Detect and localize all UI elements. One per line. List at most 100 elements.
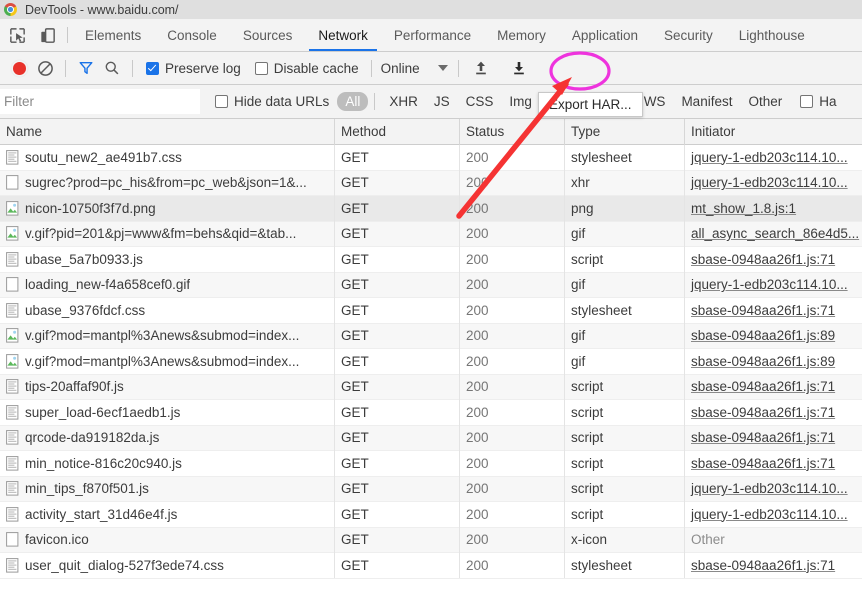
filter-pill-manifest[interactable]: Manifest: [673, 92, 740, 111]
table-row[interactable]: sugrec?prod=pc_his&from=pc_web&json=1&..…: [0, 170, 862, 196]
hide-data-urls-checkbox[interactable]: Hide data URLs: [215, 94, 329, 109]
table-row[interactable]: qrcode-da919182da.js GET 200 script sbase-09…: [0, 425, 862, 451]
image-file-icon: [6, 353, 19, 369]
initiator-link[interactable]: jquery-1-edb203c114.10...: [691, 277, 848, 292]
table-row[interactable]: soutu_new2_ae491b7.css GET 200 stylesheet jq…: [0, 144, 862, 171]
cell-initiator: sbase-0948aa26f1.js:71: [685, 553, 862, 579]
cell-initiator: sbase-0948aa26f1.js:71: [685, 247, 862, 273]
cell-type: xhr: [565, 170, 685, 196]
table-row[interactable]: min_notice-816c20c940.js GET 200 script sbas…: [0, 450, 862, 477]
device-toolbar-icon[interactable]: [38, 26, 57, 45]
export-har-tooltip: Export HAR...: [538, 92, 643, 117]
table-row[interactable]: tips-20affaf90f.js GET 200 script sbase-0948…: [0, 374, 862, 400]
table-row[interactable]: v.gif?pid=201&pj=www&fm=behs&qid=&tab...…: [0, 221, 862, 247]
cell-method: GET: [335, 399, 460, 425]
initiator-link[interactable]: jquery-1-edb203c114.10...: [691, 481, 848, 496]
tab-network[interactable]: Network: [305, 19, 381, 51]
initiator-link[interactable]: sbase-0948aa26f1.js:71: [691, 405, 835, 420]
initiator-link[interactable]: sbase-0948aa26f1.js:71: [691, 430, 835, 445]
cell-type: gif: [565, 272, 685, 298]
script-file-icon: [6, 455, 19, 471]
tab-lighthouse[interactable]: Lighthouse: [726, 19, 818, 51]
request-name: user_quit_dialog-527f3ede74.css: [25, 557, 224, 573]
cell-type: stylesheet: [565, 297, 685, 323]
cell-name: sugrec?prod=pc_his&from=pc_web&json=1&..…: [0, 170, 335, 196]
preserve-log-checkbox[interactable]: Preserve log: [146, 61, 241, 76]
table-row[interactable]: super_load-6ecf1aedb1.js GET 200 script sbas…: [0, 399, 862, 426]
disable-cache-checkbox[interactable]: Disable cache: [254, 61, 359, 76]
cell-status: 200: [460, 501, 565, 527]
tab-label: Memory: [497, 27, 546, 43]
initiator-link[interactable]: sbase-0948aa26f1.js:89: [691, 328, 835, 343]
tab-memory[interactable]: Memory: [484, 19, 559, 51]
tab-sources[interactable]: Sources: [230, 19, 306, 51]
filter-pill-js[interactable]: JS: [426, 92, 458, 111]
table-row[interactable]: loading_new-f4a658cef0.gif GET 200 gif jquer…: [0, 272, 862, 298]
filter-pill-img[interactable]: Img: [501, 92, 540, 111]
initiator-link[interactable]: sbase-0948aa26f1.js:71: [691, 252, 835, 267]
tab-elements[interactable]: Elements: [72, 19, 154, 51]
cell-type: stylesheet: [565, 144, 685, 170]
clear-network-log-icon[interactable]: [32, 55, 58, 81]
cell-status: 200: [460, 552, 565, 578]
initiator-link[interactable]: sbase-0948aa26f1.js:71: [691, 379, 835, 394]
initiator-link[interactable]: jquery-1-edb203c114.10...: [691, 150, 848, 165]
cell-name: loading_new-f4a658cef0.gif: [0, 272, 335, 298]
column-header-type[interactable]: Type: [565, 118, 685, 145]
table-row[interactable]: nicon-10750f3f7d.png GET 200 png mt_show_1.8…: [0, 195, 862, 222]
throttling-dropdown[interactable]: Online: [379, 61, 450, 76]
inspect-element-icon[interactable]: [8, 26, 27, 45]
initiator-link[interactable]: jquery-1-edb203c114.10...: [691, 507, 848, 522]
import-har-upload-icon[interactable]: [468, 55, 494, 81]
column-header-initiator[interactable]: Initiator: [685, 119, 862, 145]
filter-pill-xhr[interactable]: XHR: [381, 92, 426, 111]
cell-initiator: sbase-0948aa26f1.js:71: [685, 298, 862, 324]
initiator-link[interactable]: sbase-0948aa26f1.js:71: [691, 558, 835, 573]
record-stop-icon[interactable]: [6, 55, 32, 81]
tab-application[interactable]: Application: [559, 19, 651, 51]
table-row[interactable]: activity_start_31d46e4f.js GET 200 script jq…: [0, 501, 862, 528]
table-row[interactable]: v.gif?mod=mantpl%3Anews&submod=index... G…: [0, 348, 862, 375]
column-header-status[interactable]: Status: [460, 118, 565, 145]
cell-initiator: sbase-0948aa26f1.js:89: [685, 349, 862, 375]
filter-pill-other[interactable]: Other: [740, 92, 790, 111]
toolbar-divider-2: [132, 59, 133, 77]
cell-initiator: jquery-1-edb203c114.10...: [685, 170, 862, 196]
request-name: tips-20affaf90f.js: [25, 379, 124, 394]
request-name: soutu_new2_ae491b7.css: [25, 149, 182, 165]
initiator-link[interactable]: jquery-1-edb203c114.10...: [691, 175, 848, 190]
table-row[interactable]: min_tips_f870f501.js GET 200 script jquery-1…: [0, 476, 862, 502]
table-row[interactable]: v.gif?mod=mantpl%3Anews&submod=index... G…: [0, 323, 862, 349]
initiator-link[interactable]: sbase-0948aa26f1.js:71: [691, 456, 835, 471]
initiator-link[interactable]: all_async_search_86e4d5...: [691, 226, 859, 241]
initiator-link[interactable]: mt_show_1.8.js:1: [691, 201, 796, 216]
cell-status: 200: [460, 527, 565, 553]
tab-label: Sources: [242, 27, 293, 43]
filter-funnel-icon[interactable]: [73, 55, 99, 81]
tab-security[interactable]: Security: [651, 19, 726, 51]
cell-type: script: [565, 246, 685, 272]
table-row[interactable]: ubase_9376fdcf.css GET 200 stylesheet sbase-…: [0, 297, 862, 324]
tab-console[interactable]: Console: [154, 19, 230, 51]
devtools-window: DevTools - www.baidu.com/ Elements Conso…: [0, 0, 862, 589]
initiator-link[interactable]: sbase-0948aa26f1.js:89: [691, 354, 835, 369]
filter-pill-css[interactable]: CSS: [458, 92, 502, 111]
export-har-download-icon[interactable]: [506, 55, 532, 81]
tab-performance[interactable]: Performance: [381, 19, 484, 51]
has-blocked-cookies-checkbox[interactable]: Ha: [800, 94, 837, 109]
table-row[interactable]: user_quit_dialog-527f3ede74.css GET 200 sty…: [0, 552, 862, 579]
cell-method: GET: [335, 527, 460, 553]
cell-status: 200: [460, 399, 565, 425]
toolbar-divider-4: [457, 59, 459, 77]
cell-initiator: sbase-0948aa26f1.js:71: [685, 374, 862, 400]
filter-input[interactable]: [0, 89, 200, 114]
initiator-link[interactable]: sbase-0948aa26f1.js:71: [691, 303, 835, 318]
column-header-method[interactable]: Method: [335, 118, 460, 145]
search-icon[interactable]: [99, 55, 125, 81]
filter-pill-all[interactable]: All: [337, 92, 369, 111]
cell-name: v.gif?mod=mantpl%3Anews&submod=index...: [0, 323, 335, 349]
table-row[interactable]: ubase_5a7b0933.js GET 200 script sbase-0948a…: [0, 246, 862, 273]
column-header-name[interactable]: Name: [0, 118, 335, 145]
table-row[interactable]: favicon.ico GET 200 x-icon Other: [0, 527, 862, 553]
cell-status: 200: [460, 323, 565, 349]
